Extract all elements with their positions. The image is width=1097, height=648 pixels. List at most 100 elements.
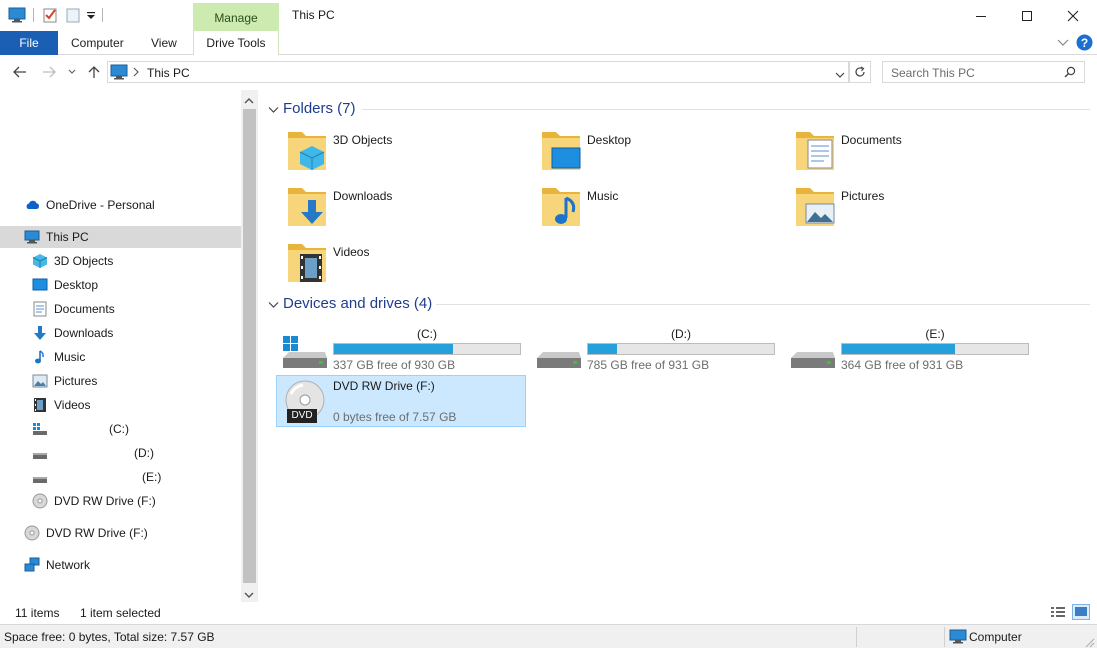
nav-item-label: Pictures [54, 374, 98, 388]
nav-item-music[interactable]: Music [0, 346, 241, 368]
resize-grip-icon[interactable] [1083, 636, 1095, 648]
drive-name: (D:) [671, 327, 691, 341]
document-icon [794, 126, 842, 174]
search-icon[interactable] [1064, 66, 1076, 81]
breadcrumb-this-pc[interactable]: This PC [147, 66, 190, 80]
qat-separator [33, 8, 34, 22]
nav-item-documents[interactable]: Documents [0, 298, 241, 320]
drive-free-space: 0 bytes free of 7.57 GB [333, 410, 457, 424]
document-icon [32, 301, 48, 317]
nav-item-network[interactable]: Network [0, 554, 241, 576]
help-icon[interactable]: ? [1076, 34, 1093, 54]
cloud-icon [24, 197, 40, 213]
drive-free-space: 364 GB free of 931 GB [841, 358, 964, 372]
nav-item-pictures[interactable]: Pictures [0, 370, 241, 392]
nav-item-onedrive[interactable]: OneDrive - Personal [0, 194, 241, 216]
folders-group-title: Folders (7) [283, 100, 356, 117]
search-input[interactable]: Search This PC [882, 61, 1085, 83]
tab-view[interactable]: View [151, 31, 177, 55]
disc-icon [24, 525, 40, 541]
status-divider [856, 627, 857, 647]
window-title: This PC [292, 8, 335, 22]
maximize-button[interactable] [1004, 0, 1050, 31]
devices-group-header[interactable]: Devices and drives (4) [258, 292, 1090, 316]
tab-drive-tools[interactable]: Drive Tools [193, 31, 279, 55]
disc-icon [32, 493, 48, 509]
scroll-down-icon[interactable] [244, 588, 254, 602]
nav-item-drive-e[interactable]: (E:) [0, 466, 241, 488]
tab-file[interactable]: File [0, 31, 58, 55]
minimize-button[interactable] [958, 0, 1004, 31]
recent-locations-icon[interactable] [66, 63, 78, 81]
music-note-icon [32, 349, 48, 365]
drive-name: DVD RW Drive (F:) [333, 379, 435, 393]
customize-qat-icon[interactable] [86, 7, 96, 23]
nav-item-label: Documents [54, 302, 115, 316]
folders-group-header[interactable]: Folders (7) [258, 97, 1090, 121]
properties-icon[interactable] [42, 7, 58, 23]
nav-item-label: 3D Objects [54, 254, 114, 268]
nav-item-videos[interactable]: Videos [0, 394, 241, 416]
scroll-up-icon[interactable] [244, 94, 254, 108]
nav-item-3d-objects[interactable]: 3D Objects [0, 250, 241, 272]
drive-d[interactable]: (D:) 785 GB free of 931 GB [531, 324, 781, 376]
svg-text:?: ? [1081, 36, 1088, 50]
address-bar[interactable]: This PC [107, 61, 849, 83]
dvd-badge: DVD [287, 409, 317, 423]
back-arrow-icon[interactable] [11, 63, 29, 81]
up-arrow-icon[interactable] [86, 63, 102, 81]
folder-label: Downloads [333, 189, 393, 203]
folder-3d-objects[interactable]: 3D Objects [286, 126, 526, 176]
drive-name: (E:) [925, 327, 945, 341]
nav-item-desktop[interactable]: Desktop [0, 274, 241, 296]
nav-item-drive-d[interactable]: (D:) [0, 442, 241, 464]
maximize-icon [1022, 10, 1032, 21]
folder-music[interactable]: Music [540, 182, 780, 232]
folder-downloads[interactable]: Downloads [286, 182, 526, 232]
large-icons-view-icon[interactable] [1072, 604, 1090, 620]
close-button[interactable] [1050, 0, 1096, 31]
refresh-button[interactable] [849, 61, 871, 83]
nav-item-dvd-drive[interactable]: DVD RW Drive (F:) [0, 490, 241, 512]
address-dropdown-icon[interactable] [835, 68, 845, 82]
new-folder-icon[interactable] [65, 7, 81, 23]
folder-documents[interactable]: Documents [794, 126, 1034, 176]
details-view-icon[interactable] [1050, 605, 1066, 622]
folder-label: Desktop [587, 133, 632, 147]
forward-arrow-icon[interactable] [40, 63, 58, 81]
breadcrumb-chevron-icon[interactable] [133, 66, 139, 81]
folder-label: 3D Objects [333, 133, 393, 147]
title-bar: Manage This PC [0, 0, 1097, 32]
collapse-chevron-icon[interactable] [268, 103, 279, 117]
nav-item-label: (C:) [109, 422, 129, 436]
tab-computer[interactable]: Computer [71, 31, 124, 55]
computer-icon [110, 64, 128, 83]
capacity-bar [841, 343, 1029, 355]
nav-item-label: (D:) [134, 446, 154, 460]
computer-icon[interactable] [8, 7, 26, 23]
nav-item-dvd-drive-root[interactable]: DVD RW Drive (F:) [0, 522, 241, 544]
capacity-fill [842, 344, 956, 354]
folder-desktop[interactable]: Desktop [540, 126, 780, 176]
drive-dvd-f[interactable]: DVD DVD RW Drive (F:) 0 bytes free of 7.… [276, 375, 526, 427]
nav-item-drive-c[interactable]: (C:) [0, 418, 241, 440]
manage-context-label: Manage [214, 11, 258, 25]
nav-item-label: Network [46, 558, 91, 572]
nav-item-label: Music [54, 350, 86, 364]
film-icon [32, 397, 48, 413]
nav-scrollbar[interactable] [241, 90, 258, 602]
drive-e[interactable]: (E:) 364 GB free of 931 GB [785, 324, 1035, 376]
capacity-bar [587, 343, 775, 355]
nav-item-downloads[interactable]: Downloads [0, 322, 241, 344]
expand-ribbon-icon[interactable] [1057, 37, 1069, 51]
folder-pictures[interactable]: Pictures [794, 182, 1034, 232]
nav-item-label: DVD RW Drive (F:) [46, 526, 148, 540]
nav-item-label: Videos [54, 398, 91, 412]
collapse-chevron-icon[interactable] [268, 298, 279, 312]
nav-scroll-thumb[interactable] [243, 109, 256, 583]
drive-c[interactable]: (C:) 337 GB free of 930 GB [277, 324, 527, 376]
folder-videos[interactable]: Videos [286, 238, 526, 288]
nav-item-label: DVD RW Drive (F:) [54, 494, 156, 508]
drive-free-space: 785 GB free of 931 GB [587, 358, 710, 372]
nav-item-this-pc[interactable]: This PC [0, 226, 241, 248]
